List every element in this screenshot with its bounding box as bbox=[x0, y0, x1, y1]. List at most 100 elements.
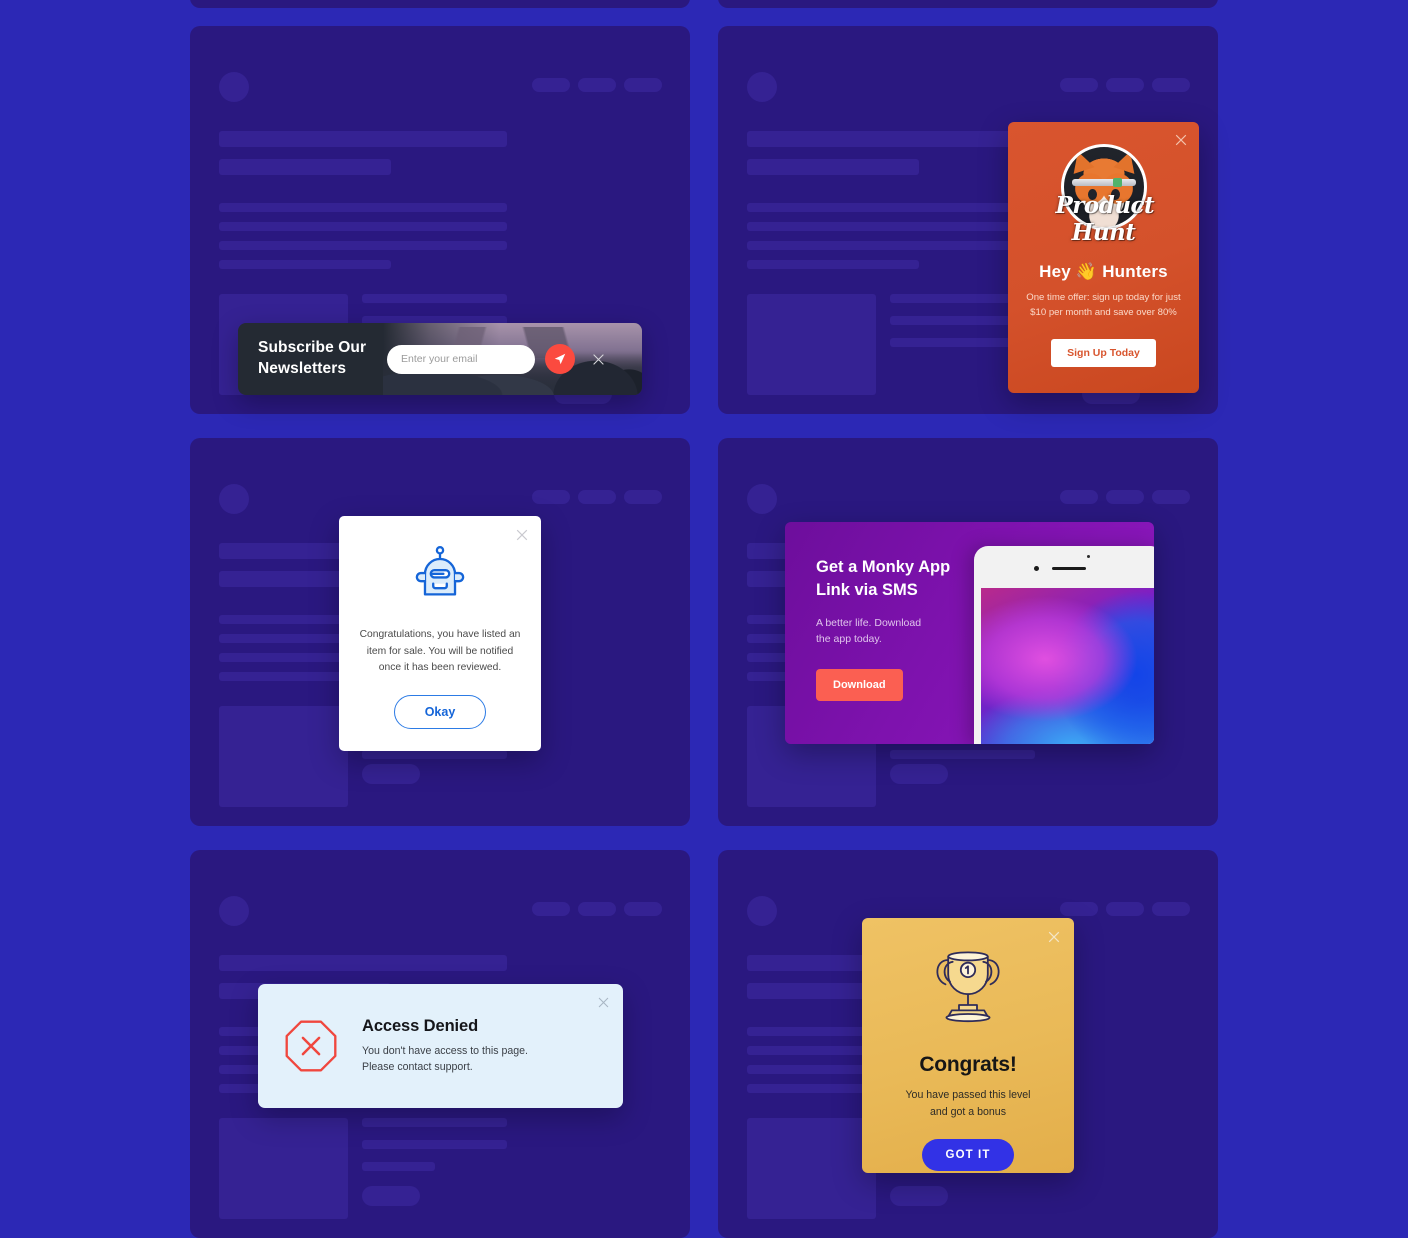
close-icon bbox=[598, 997, 609, 1008]
skeleton-avatar bbox=[219, 72, 249, 102]
close-icon bbox=[1175, 134, 1187, 146]
skeleton-line bbox=[747, 159, 919, 175]
close-icon bbox=[592, 353, 604, 365]
skeleton-nav-pill bbox=[1152, 902, 1190, 916]
close-button[interactable] bbox=[589, 350, 607, 368]
congrats-title: Congrats! bbox=[919, 1053, 1017, 1076]
skeleton-line bbox=[219, 159, 391, 175]
skeleton-line bbox=[362, 750, 507, 759]
heading-suffix: Hunters bbox=[1102, 262, 1168, 281]
skeleton-line bbox=[747, 203, 1035, 212]
sms-subtext-line1: A better life. Download bbox=[816, 616, 922, 629]
skeleton-nav-pill bbox=[532, 490, 570, 504]
skeleton-nav-pill bbox=[1060, 490, 1098, 504]
skeleton-line bbox=[747, 131, 1035, 147]
phone-speaker-icon bbox=[1052, 567, 1086, 570]
skeleton-line bbox=[362, 1140, 507, 1149]
robot-modal-message: Congratulations, you have listed an item… bbox=[359, 629, 521, 674]
skeleton-nav-pill bbox=[578, 902, 616, 916]
skeleton-line bbox=[219, 955, 507, 971]
skeleton-line bbox=[747, 222, 1035, 231]
close-icon bbox=[516, 529, 528, 541]
producthunt-wordmark: Product Hunt bbox=[1055, 192, 1155, 246]
close-icon bbox=[1048, 931, 1060, 943]
skeleton-button bbox=[890, 1186, 948, 1206]
okay-button[interactable]: Okay bbox=[393, 695, 487, 730]
skeleton-image-block bbox=[219, 1118, 348, 1219]
access-denied-text-line1: You don't have access to this page. bbox=[362, 1044, 528, 1057]
skeleton-nav-pill bbox=[578, 490, 616, 504]
smartphone-mockup bbox=[974, 546, 1154, 744]
skeleton-line bbox=[219, 203, 507, 212]
robot-congratulations-modal: Congratulations, you have listed an item… bbox=[339, 516, 541, 751]
sms-title-line1: Get a Monky App bbox=[816, 558, 951, 576]
sms-download-popup: Get a Monky App Link via SMS A better li… bbox=[785, 522, 1154, 744]
producthunt-heading: Hey 👋 Hunters bbox=[1008, 262, 1199, 282]
subscribe-title-line1: Subscribe Our bbox=[258, 339, 367, 357]
card-top-left-partial bbox=[190, 0, 690, 8]
popup-showcase-page: Subscribe Our Newsletters Enter your ema… bbox=[0, 0, 1408, 1238]
octagon-x-icon bbox=[285, 1020, 337, 1072]
skeleton-nav-pill bbox=[624, 78, 662, 92]
access-denied-title: Access Denied bbox=[362, 1016, 479, 1035]
producthunt-subtext: One time offer: sign up today for just $… bbox=[1026, 292, 1181, 318]
close-button[interactable] bbox=[1173, 132, 1189, 148]
robot-icon bbox=[415, 546, 465, 596]
phone-sensor-dot bbox=[1087, 555, 1090, 558]
congrats-text: You have passed this level and got a bon… bbox=[880, 1087, 1056, 1121]
skeleton-nav-pill bbox=[1152, 490, 1190, 504]
skeleton-image-block bbox=[219, 706, 348, 807]
skeleton-line bbox=[747, 241, 1035, 250]
subscribe-title-line2: Newsletters bbox=[258, 360, 347, 377]
got-it-button[interactable]: GOT IT bbox=[921, 1139, 1015, 1172]
skeleton-nav-pill bbox=[1060, 902, 1098, 916]
skeleton-line bbox=[362, 294, 507, 303]
sms-title: Get a Monky App Link via SMS bbox=[816, 556, 996, 603]
skeleton-line bbox=[219, 260, 391, 269]
skeleton-nav-pill bbox=[532, 902, 570, 916]
skeleton-line bbox=[890, 750, 1035, 759]
send-button[interactable] bbox=[545, 344, 575, 374]
skeleton-nav-pill bbox=[624, 490, 662, 504]
sign-up-today-button[interactable]: Sign Up Today bbox=[1051, 338, 1156, 367]
skeleton-nav-pill bbox=[532, 78, 570, 92]
producthunt-logo: Product Hunt bbox=[1056, 144, 1155, 246]
congrats-modal: Congrats! You have passed this level and… bbox=[862, 918, 1074, 1173]
skeleton-image-block bbox=[747, 294, 876, 395]
skeleton-line bbox=[219, 222, 507, 231]
skeleton-nav-pill bbox=[578, 78, 616, 92]
waving-hand-icon: 👋 bbox=[1075, 262, 1098, 281]
access-denied-alert: Access Denied You don't have access to t… bbox=[258, 984, 623, 1108]
skeleton-avatar bbox=[219, 484, 249, 514]
card-top-right-partial bbox=[718, 0, 1218, 8]
skeleton-avatar bbox=[219, 896, 249, 926]
skeleton-button bbox=[890, 764, 948, 784]
congrats-text-line2: and got a bonus bbox=[930, 1106, 1006, 1119]
close-button[interactable] bbox=[1046, 929, 1062, 945]
subscribe-newsletter-popup: Subscribe Our Newsletters bbox=[238, 323, 642, 395]
skeleton-avatar bbox=[747, 72, 777, 102]
skeleton-avatar bbox=[747, 896, 777, 926]
skeleton-nav-pill bbox=[1106, 490, 1144, 504]
skeleton-line bbox=[219, 241, 507, 250]
download-button[interactable]: Download bbox=[816, 669, 903, 702]
close-button[interactable] bbox=[514, 527, 530, 543]
skeleton-button bbox=[362, 764, 420, 784]
skeleton-nav-pill bbox=[624, 902, 662, 916]
producthunt-popup: Product Hunt Hey 👋 Hunters One time offe… bbox=[1008, 122, 1199, 393]
skeleton-line bbox=[362, 1118, 507, 1127]
phone-screen bbox=[981, 588, 1154, 744]
skeleton-nav-pill bbox=[1106, 902, 1144, 916]
email-input[interactable] bbox=[387, 344, 535, 374]
paper-plane-icon bbox=[554, 353, 566, 365]
sms-subtext: A better life. Download the app today. bbox=[816, 615, 996, 648]
access-denied-text-line2: Please contact support. bbox=[362, 1061, 473, 1073]
heading-prefix: Hey bbox=[1039, 262, 1071, 281]
skeleton-line bbox=[362, 1162, 435, 1171]
skeleton-nav-pill bbox=[1152, 78, 1190, 92]
sms-title-line2: Link via SMS bbox=[816, 581, 918, 600]
skeleton-nav-pill bbox=[1106, 78, 1144, 92]
close-button[interactable] bbox=[596, 995, 611, 1010]
skeleton-image-block bbox=[747, 1118, 876, 1219]
phone-camera-icon bbox=[1034, 566, 1039, 571]
